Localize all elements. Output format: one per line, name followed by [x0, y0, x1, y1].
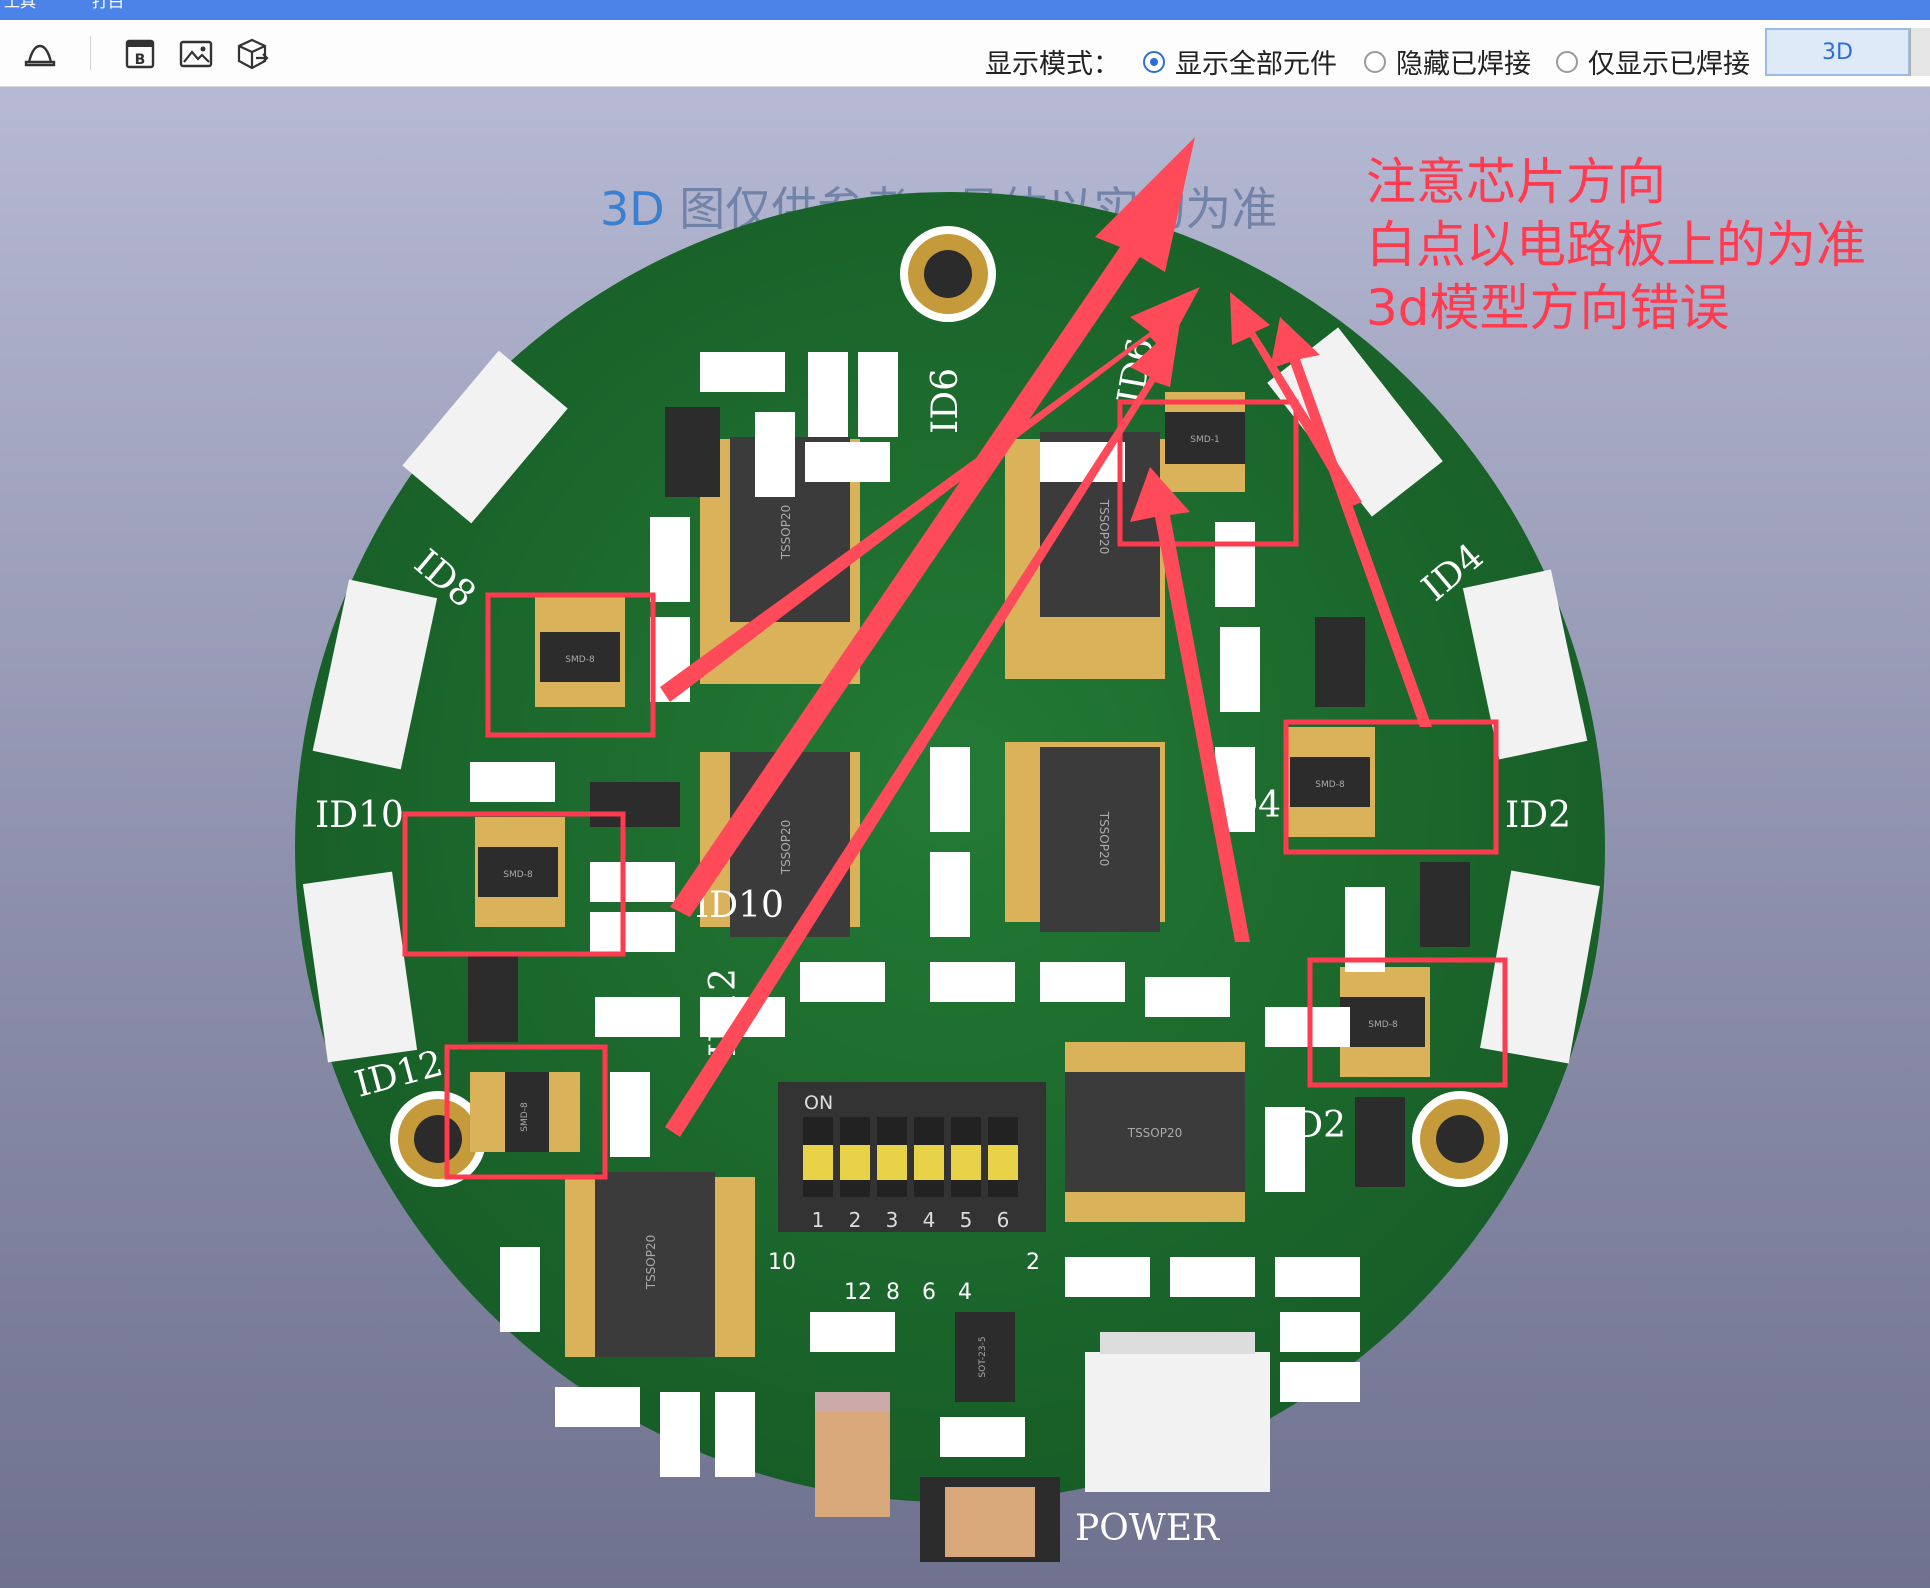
dip-number: 5 — [960, 1208, 973, 1232]
ic-label: SMD-8 — [1368, 1020, 1398, 1030]
toolbar-separator — [90, 36, 91, 70]
title-right: 打白 — [92, 0, 125, 11]
view-button-edge — [1910, 28, 1930, 76]
radio-circle[interactable] — [1364, 50, 1386, 73]
home-icon[interactable] — [20, 34, 60, 74]
dip-pin-label: 2 — [1026, 1250, 1040, 1275]
ic-label: TSSOP20 — [1097, 811, 1111, 867]
ic-label: TSSOP20 — [644, 1235, 658, 1291]
dip-switch[interactable]: ON 1 2 3 4 5 6 — [778, 1082, 1046, 1232]
dip-pin-label: 10 — [768, 1250, 796, 1275]
view-3d-button[interactable]: 3D — [1765, 28, 1910, 76]
silk-label: ID10 — [695, 885, 784, 926]
sop8-chip: SMD-1 — [1165, 392, 1245, 492]
power-inductor — [815, 1392, 890, 1517]
radio-circle[interactable] — [1143, 50, 1165, 73]
sop8-chip: SMD-8 — [475, 817, 565, 927]
tssop20-chip: TSSOP20 — [1005, 742, 1165, 932]
silk-label: ID2 — [1280, 1105, 1346, 1146]
ic-label: TSSOP20 — [779, 505, 793, 561]
silk-label: ID2 — [1505, 795, 1571, 836]
sot23-chip: SOT-23-5 — [955, 1312, 1015, 1402]
ic-label: SMD-1 — [1190, 435, 1219, 445]
radio-only-soldered[interactable]: 仅显示已焊接 — [1556, 42, 1750, 81]
annotation-line: 3d模型方向错误 — [1366, 279, 1730, 337]
tssop20-chip: TSSOP20 — [1065, 1042, 1245, 1222]
radio-only-soldered-label: 仅显示已焊接 — [1588, 49, 1750, 80]
image-icon[interactable] — [176, 34, 216, 74]
ic-label: TSSOP20 — [779, 820, 793, 876]
dip-number: 1 — [812, 1208, 825, 1232]
dip-pin-label: 4 — [958, 1280, 972, 1305]
svg-text:B: B — [135, 52, 146, 68]
radio-show-all-label: 显示全部元件 — [1175, 49, 1337, 80]
toolbar: B 显示模式： 显示全部元件 隐藏已焊接 仅显示已焊接 3D — [0, 20, 1930, 87]
ic-label: TSSOP20 — [1127, 1126, 1183, 1140]
annotation-line: 白点以电路板上的为准 — [1366, 216, 1866, 274]
sop8-chip: SMD-8 — [1285, 727, 1375, 837]
radio-hide-soldered[interactable]: 隐藏已焊接 — [1364, 42, 1531, 81]
power-inductor — [920, 1477, 1060, 1562]
ic-label: SMD-8 — [503, 870, 533, 880]
dip-number: 3 — [886, 1208, 899, 1232]
ic-label: TSSOP20 — [1097, 499, 1111, 555]
ic-label: SMD-8 — [520, 1102, 530, 1132]
dip-pin-label: 6 — [922, 1280, 936, 1305]
dip-number: 4 — [923, 1208, 936, 1232]
3d-export-icon[interactable] — [232, 34, 272, 74]
silk-label: ID10 — [315, 795, 404, 836]
window-titlebar: 工具 打白 — [0, 0, 1930, 20]
radio-hide-soldered-label: 隐藏已焊接 — [1396, 49, 1531, 80]
display-mode-label: 显示模式： — [985, 49, 1120, 80]
mounting-hole — [900, 226, 996, 322]
ic-label: SMD-8 — [565, 655, 595, 665]
3d-viewport[interactable]: 3D 图仅供参考，具体以实物为准 TSSOP2 — [0, 87, 1930, 1588]
silk-label: POWER — [1075, 1508, 1220, 1549]
ic-label: SMD-8 — [1315, 780, 1345, 790]
dip-on-label: ON — [804, 1092, 833, 1114]
annotation-line: 注意芯片方向 — [1366, 153, 1666, 211]
silk-label: ID6 — [925, 368, 966, 434]
sop8-chip: SMD-8 — [1340, 967, 1430, 1077]
dip-pin-label: 12 — [844, 1280, 872, 1305]
title-left: 工具 — [4, 0, 37, 11]
sop8-chip: SMD-8 — [470, 1072, 580, 1152]
dip-pin-label: 8 — [886, 1280, 900, 1305]
pcb-b-icon[interactable]: B — [120, 34, 160, 74]
tssop20-chip: TSSOP20 — [565, 1172, 755, 1357]
radio-circle[interactable] — [1556, 50, 1578, 73]
ic-label: SOT-23-5 — [978, 1336, 988, 1377]
power-connector — [1085, 1332, 1270, 1492]
radio-show-all[interactable]: 显示全部元件 — [1143, 42, 1337, 81]
sop8-chip: SMD-8 — [535, 597, 625, 707]
dip-number: 6 — [997, 1208, 1010, 1232]
mounting-hole — [1412, 1091, 1508, 1187]
dip-number: 2 — [849, 1208, 862, 1232]
